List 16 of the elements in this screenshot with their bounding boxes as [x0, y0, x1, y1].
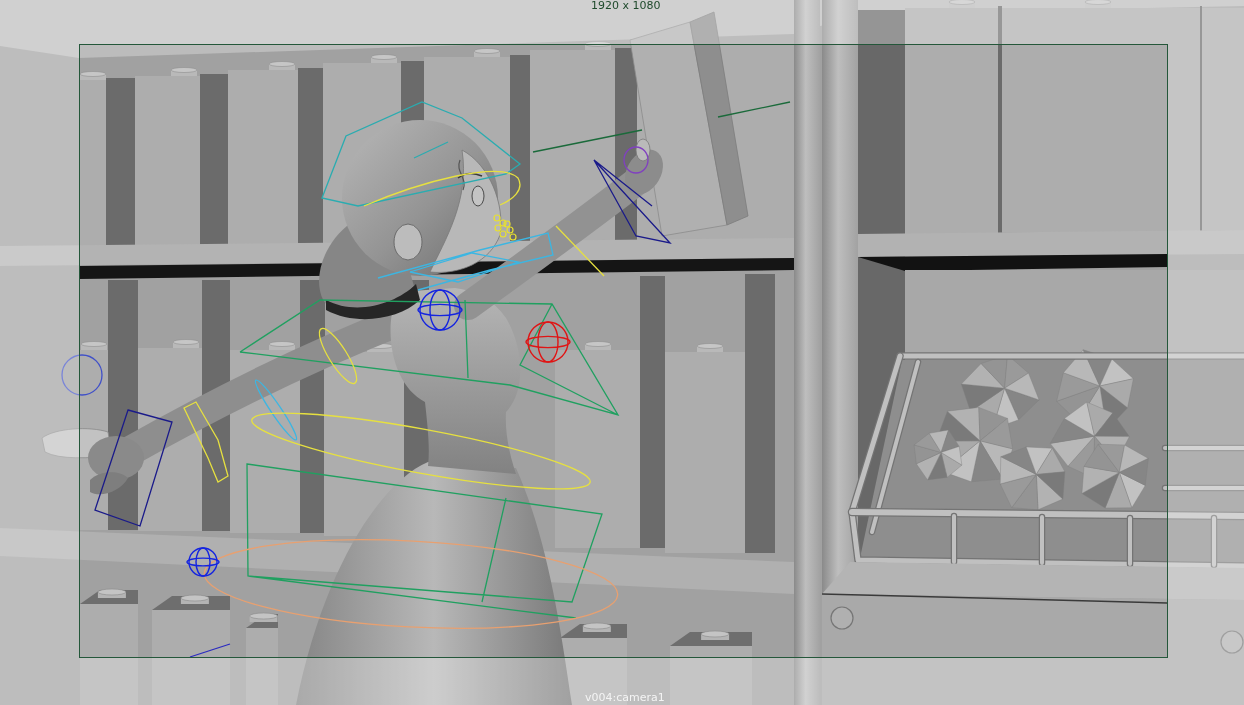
foot-control-sphere: [186, 547, 220, 577]
character-ear: [393, 223, 423, 261]
wrist-control-ring: [61, 354, 103, 396]
shoulder-control-sphere: [525, 321, 571, 363]
arm-control-ring: [555, 225, 605, 277]
screw-head: [1220, 630, 1244, 654]
chest-control-sphere: [417, 289, 463, 331]
polyhedron-rock: [1081, 444, 1149, 509]
foot-control-line: [189, 643, 231, 658]
resolution-label: 1920 x 1080: [591, 0, 661, 12]
polyhedron-rock: [1000, 446, 1066, 510]
wrist-control-ring: [623, 146, 649, 174]
face-control-cluster: [493, 214, 517, 241]
arm-control-ring: [254, 379, 298, 441]
arm-control-ring: [318, 327, 358, 385]
screw-head: [830, 606, 854, 630]
